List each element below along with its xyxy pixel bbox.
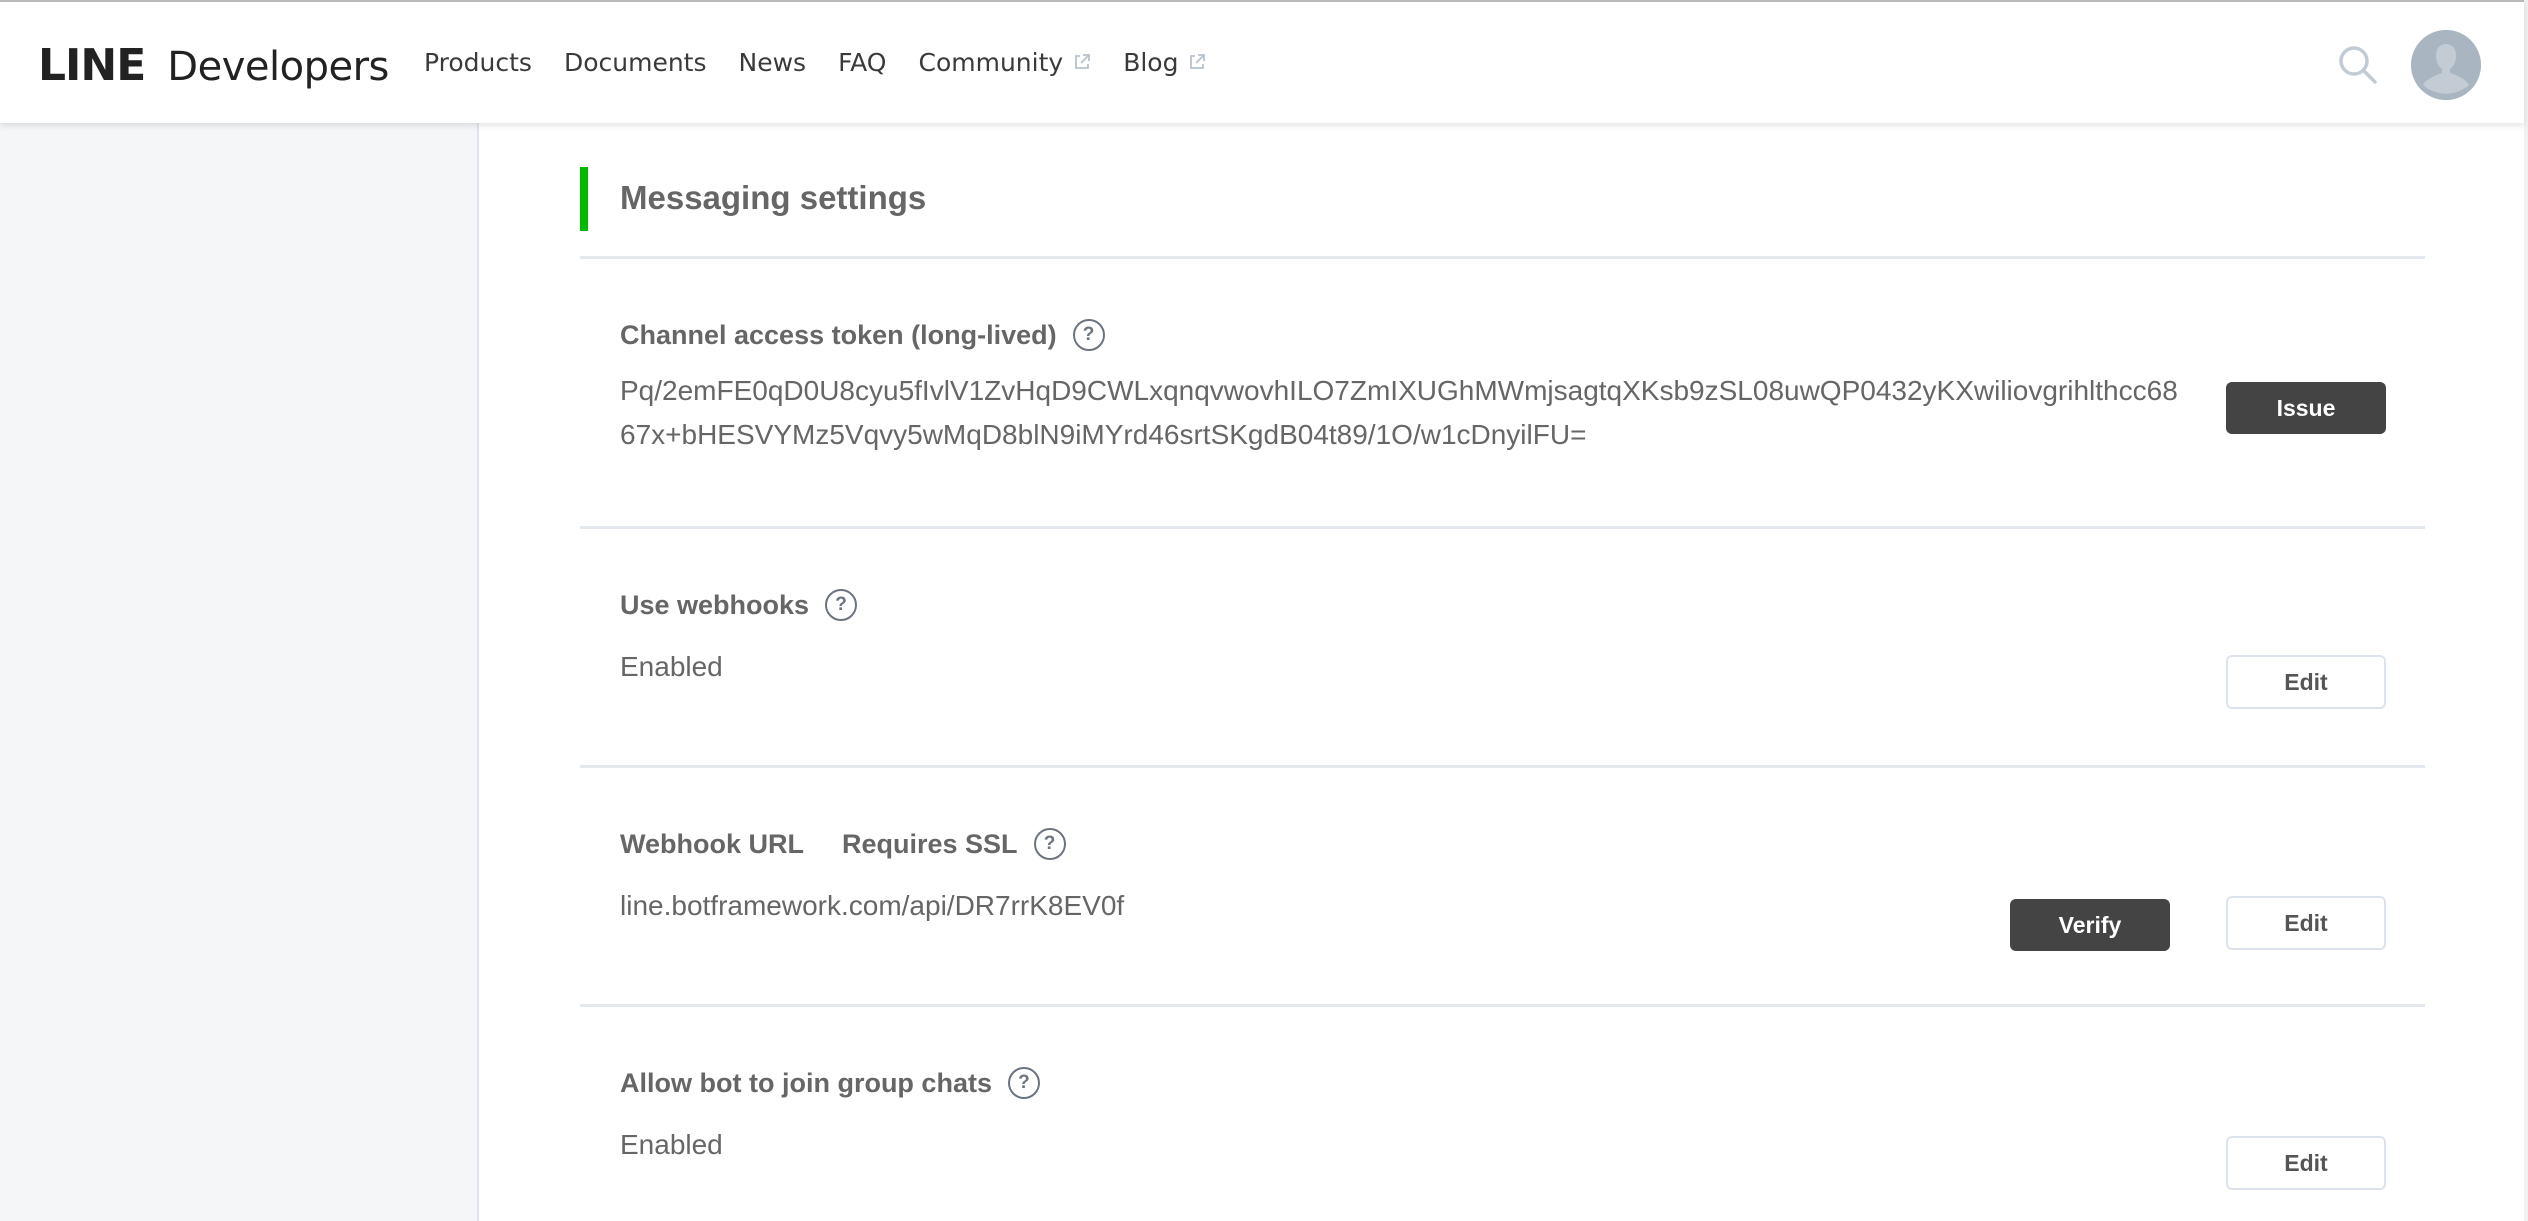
token-line-1: Pq/2emFE0qD0U8cyu5fIvlV1ZvHqD9CWLxqnqvwo…: [620, 375, 2178, 406]
logo-developers-text: Developers: [167, 44, 389, 90]
edit-group-chats-button[interactable]: Edit: [2226, 1136, 2386, 1190]
nav-documents[interactable]: Documents: [564, 48, 707, 77]
group-chats-value: Enabled: [620, 1129, 723, 1160]
use-webhooks-value: Enabled: [620, 651, 723, 682]
help-icon[interactable]: ?: [1033, 828, 1066, 860]
edit-webhook-url-button[interactable]: Edit: [2226, 896, 2386, 950]
setting-label: Webhook URL Requires SSL ?: [620, 828, 1066, 860]
nav-blog[interactable]: Blog: [1123, 48, 1206, 77]
help-icon[interactable]: ?: [1072, 319, 1105, 351]
webhook-url-value: line.botframework.com/api/DR7rrK8EV0f: [620, 890, 1125, 921]
setting-row-channel-access-token: Channel access token (long-lived) ? Pq/2…: [580, 259, 2425, 529]
setting-row-use-webhooks: Use webhooks ? Enabled Edit: [580, 529, 2425, 768]
section-title: Messaging settings: [620, 179, 927, 216]
channel-access-token-value: Pq/2emFE0qD0U8cyu5fIvlV1ZvHqD9CWLxqnqvwo…: [620, 369, 2178, 457]
nav-blog-label: Blog: [1123, 48, 1179, 77]
top-header: LINE Developers Products Documents News …: [0, 0, 2524, 123]
edit-webhooks-button[interactable]: Edit: [2226, 655, 2386, 709]
nav-products-label: Products: [424, 48, 532, 77]
group-chats-label: Allow bot to join group chats: [620, 1067, 992, 1098]
user-avatar-icon[interactable]: [2411, 30, 2481, 100]
main-nav: Products Documents News FAQ Community Bl…: [424, 2, 1238, 123]
section-accent-bar: [580, 167, 588, 231]
setting-row-webhook-url: Webhook URL Requires SSL ? line.botframe…: [580, 768, 2425, 1007]
nav-news-label: News: [738, 48, 807, 77]
external-link-icon: [1188, 48, 1206, 69]
main-content: Messaging settings Channel access token …: [580, 123, 2425, 1221]
section-header: Messaging settings: [580, 123, 2425, 259]
help-icon[interactable]: ?: [825, 589, 858, 621]
logo-line-text: LINE: [38, 40, 146, 91]
setting-label: Use webhooks ?: [620, 589, 858, 621]
page: LINE Developers Products Documents News …: [0, 0, 2528, 1221]
nav-community-label: Community: [918, 48, 1064, 77]
setting-row-group-chats: Allow bot to join group chats ? Enabled …: [580, 1007, 2425, 1221]
page-scrollbar[interactable]: [2524, 0, 2528, 1221]
nav-faq[interactable]: FAQ: [838, 48, 886, 77]
nav-faq-label: FAQ: [838, 48, 887, 77]
search-icon[interactable]: [2337, 44, 2379, 86]
nav-news[interactable]: News: [739, 48, 807, 77]
channel-access-token-label: Channel access token (long-lived): [620, 319, 1057, 350]
setting-label: Allow bot to join group chats ?: [620, 1067, 1040, 1099]
setting-label: Channel access token (long-lived) ?: [620, 319, 1105, 351]
line-developers-logo[interactable]: LINE Developers: [38, 40, 389, 91]
webhook-url-label: Webhook URL: [620, 828, 804, 859]
nav-products[interactable]: Products: [424, 48, 532, 77]
help-icon[interactable]: ?: [1007, 1067, 1040, 1099]
nav-community[interactable]: Community: [919, 48, 1092, 77]
use-webhooks-label: Use webhooks: [620, 589, 810, 620]
verify-button[interactable]: Verify: [2010, 899, 2170, 951]
left-sidebar: [0, 123, 479, 1221]
nav-documents-label: Documents: [563, 48, 707, 77]
issue-button[interactable]: Issue: [2226, 382, 2386, 434]
external-link-icon: [1073, 48, 1091, 69]
token-line-2: 67x+bHESVYMz5Vqvy5wMqD8blN9iMYrd46srtSKg…: [620, 419, 1587, 450]
requires-ssl-label: Requires SSL: [842, 828, 1018, 859]
